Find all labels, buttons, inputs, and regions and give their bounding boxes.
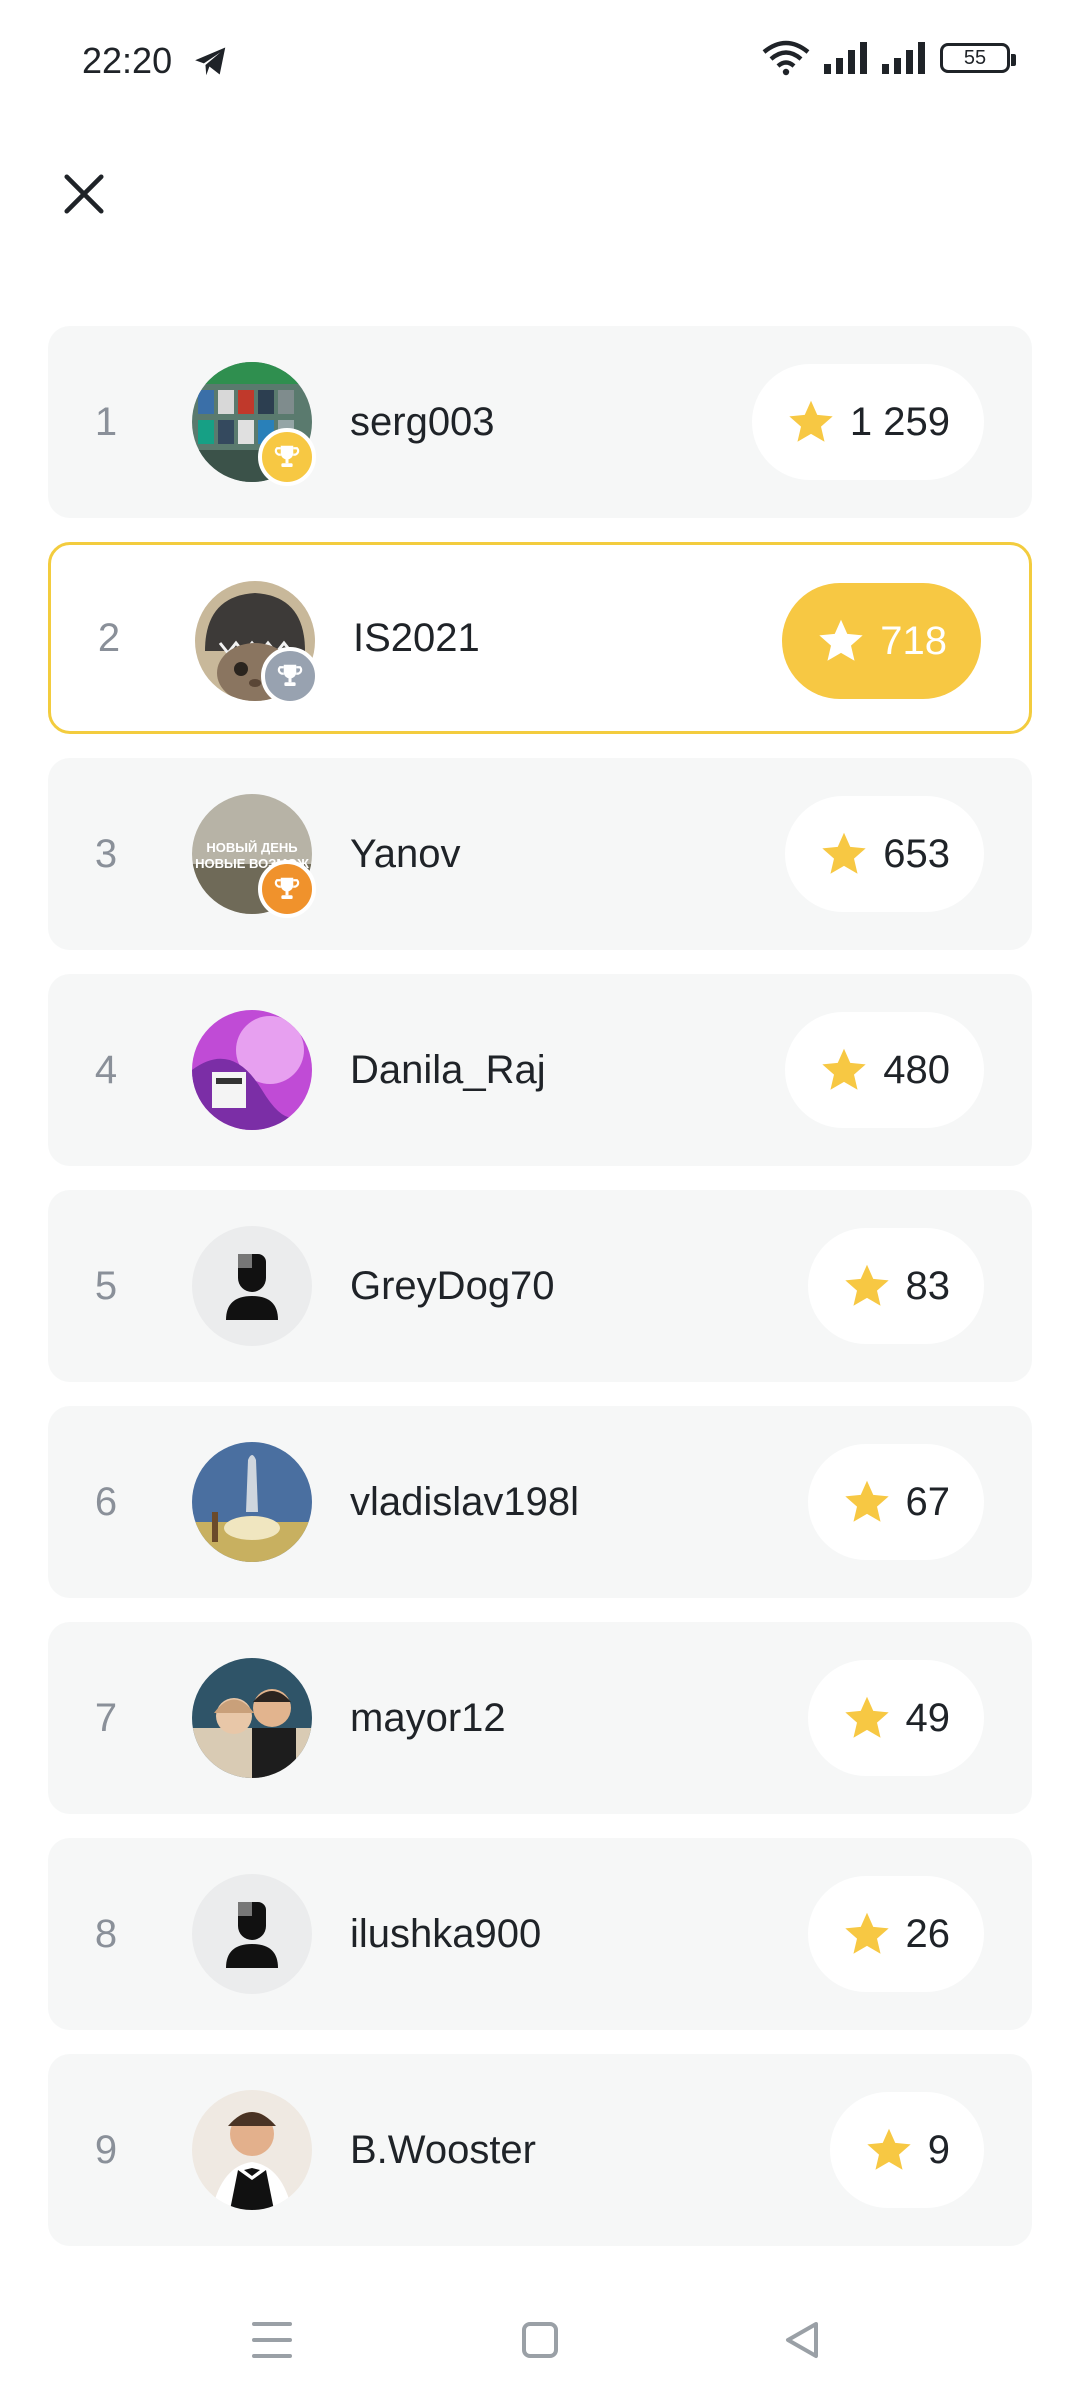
star-icon <box>867 2128 911 2170</box>
rank-number: 1 <box>94 399 118 444</box>
telegram-icon <box>195 47 226 76</box>
leaderboard-row-current[interactable]: 2 IS2021 718 <box>48 542 1032 734</box>
star-icon <box>844 1264 889 1306</box>
leaderboard-row[interactable]: 4 Danila_Raj 480 <box>48 974 1032 1166</box>
trophy-icon <box>277 664 303 686</box>
leaderboard-row[interactable]: 5 GreyDog70 83 <box>48 1190 1032 1382</box>
rank-number: 4 <box>94 1047 118 1092</box>
avatar-image <box>192 1658 312 1778</box>
rank-number: 9 <box>94 2127 118 2172</box>
score-value: 83 <box>905 1263 951 1308</box>
score-value: 26 <box>905 1911 951 1956</box>
avatar[interactable] <box>192 1658 312 1778</box>
score-badge: 26 <box>807 1876 984 1992</box>
status-bar: 22:20 55 <box>0 0 1080 120</box>
trophy-badge <box>258 860 316 918</box>
username: mayor12 <box>350 1695 506 1740</box>
username: serg003 <box>350 399 495 444</box>
score-badge: 9 <box>829 2092 984 2208</box>
score-value: 718 <box>880 618 947 663</box>
score-value: 49 <box>905 1695 951 1740</box>
navigation-bar <box>0 2280 1080 2400</box>
score-value: 9 <box>927 2127 950 2172</box>
menu-button[interactable] <box>242 2310 302 2370</box>
leaderboard-row[interactable]: 7 mayor12 49 <box>48 1622 1032 1814</box>
battery-level: 55 <box>963 46 987 69</box>
avatar[interactable] <box>192 1442 312 1562</box>
system-icons: 55 <box>762 40 1016 76</box>
signal-icon <box>882 42 925 74</box>
username: B.Wooster <box>350 2127 536 2172</box>
leaderboard-row[interactable]: 1 serg003 1 259 <box>48 326 1032 518</box>
avatar[interactable] <box>192 1010 312 1130</box>
wifi-icon <box>762 40 810 76</box>
username: Danila_Raj <box>350 1047 546 1092</box>
trophy-icon <box>274 877 300 899</box>
home-button[interactable] <box>510 2310 570 2370</box>
star-icon <box>844 1912 889 1954</box>
score-badge: 480 <box>785 1012 984 1128</box>
leaderboard-row[interactable]: 9 B.Wooster 9 <box>48 2054 1032 2246</box>
score-badge: 653 <box>785 796 984 912</box>
score-value: 480 <box>883 1047 950 1092</box>
star-icon <box>819 619 863 661</box>
rank-number: 6 <box>94 1479 118 1524</box>
avatar-image <box>192 1226 312 1346</box>
avatar[interactable] <box>192 362 316 486</box>
score-badge: 67 <box>807 1444 984 1560</box>
score-badge: 83 <box>807 1228 984 1344</box>
leaderboard-row[interactable]: 3 НОВЫЙ ДЕНЬ НОВЫЕ ВОЗМОЖ Yanov 653 <box>48 758 1032 950</box>
score-badge: 1 259 <box>751 364 984 480</box>
menu-icon <box>252 2322 292 2358</box>
score-value: 653 <box>883 831 950 876</box>
avatar[interactable] <box>192 1874 312 1994</box>
rank-number: 5 <box>94 1263 118 1308</box>
signal-icon <box>824 42 867 74</box>
score-value: 1 259 <box>849 399 950 444</box>
leaderboard-list: 1 serg003 1 259 2 IS2021 718 3 НОВЫЙ ДЕНЬ НОВЫЕ … <box>48 326 1032 2270</box>
username: ilushka900 <box>350 1911 542 1956</box>
close-button[interactable] <box>52 162 116 226</box>
rank-number: 3 <box>94 831 118 876</box>
home-icon <box>522 2322 558 2358</box>
rank-number: 2 <box>97 615 121 660</box>
score-value: 67 <box>905 1479 951 1524</box>
leaderboard-row[interactable]: 8 ilushka900 26 <box>48 1838 1032 2030</box>
back-icon <box>786 2322 818 2358</box>
avatar[interactable] <box>192 1226 312 1346</box>
avatar[interactable]: НОВЫЙ ДЕНЬ НОВЫЕ ВОЗМОЖ <box>192 794 316 918</box>
score-badge: 718 <box>782 583 981 699</box>
avatar-image <box>192 1874 312 1994</box>
status-time: 22:20 <box>82 40 173 81</box>
star-icon <box>822 1048 866 1090</box>
score-badge: 49 <box>807 1660 984 1776</box>
rank-number: 7 <box>94 1695 118 1740</box>
trophy-badge <box>261 647 319 705</box>
svg-text:НОВЫЙ ДЕНЬ: НОВЫЙ ДЕНЬ <box>206 840 297 855</box>
avatar-image <box>192 2090 312 2210</box>
star-icon <box>822 832 866 874</box>
battery-indicator: 55 <box>940 43 1016 73</box>
back-button[interactable] <box>772 2310 832 2370</box>
avatar-image <box>192 1442 312 1562</box>
username: GreyDog70 <box>350 1263 555 1308</box>
avatar[interactable] <box>192 2090 312 2210</box>
trophy-icon <box>274 445 300 467</box>
close-icon <box>64 174 104 214</box>
rank-number: 8 <box>94 1911 118 1956</box>
username: Yanov <box>350 831 461 876</box>
leaderboard-row[interactable]: 6 vladislav198l 67 <box>48 1406 1032 1598</box>
star-icon <box>844 1696 889 1738</box>
star-icon <box>844 1480 889 1522</box>
avatar[interactable] <box>195 581 319 705</box>
username: IS2021 <box>353 615 480 660</box>
avatar-image <box>192 1010 312 1130</box>
star-icon <box>789 400 833 442</box>
trophy-badge <box>258 428 316 486</box>
username: vladislav198l <box>350 1479 580 1524</box>
